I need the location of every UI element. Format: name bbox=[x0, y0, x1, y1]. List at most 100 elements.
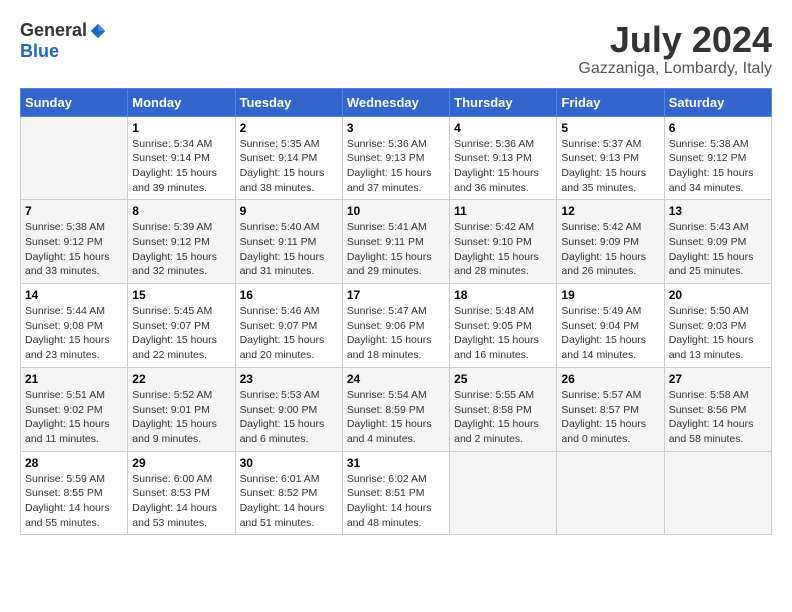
calendar-cell: 30 Sunrise: 6:01 AM Sunset: 8:52 PM Dayli… bbox=[235, 451, 342, 535]
calendar-cell: 3 Sunrise: 5:36 AM Sunset: 9:13 PM Daylig… bbox=[342, 116, 449, 200]
calendar-cell: 12Sunrise: 5:42 AM Sunset: 9:09 PM Dayli… bbox=[557, 200, 664, 284]
cell-info: Sunrise: 5:34 AM Sunset: 9:14 PM Dayligh… bbox=[132, 137, 230, 196]
calendar-cell: 15 Sunrise: 5:45 AM Sunset: 9:07 PM Dayli… bbox=[128, 284, 235, 368]
header-row: SundayMondayTuesdayWednesdayThursdayFrid… bbox=[21, 88, 772, 116]
day-number: 31 bbox=[347, 456, 445, 470]
day-number: 13 bbox=[669, 204, 767, 218]
calendar-cell: 25 Sunrise: 5:55 AM Sunset: 8:58 PM Dayli… bbox=[450, 367, 557, 451]
calendar-table: SundayMondayTuesdayWednesdayThursdayFrid… bbox=[20, 88, 772, 536]
logo-general-text: General bbox=[20, 20, 87, 41]
column-header-tuesday: Tuesday bbox=[235, 88, 342, 116]
column-header-friday: Friday bbox=[557, 88, 664, 116]
calendar-cell: 10 Sunrise: 5:41 AM Sunset: 9:11 PM Dayli… bbox=[342, 200, 449, 284]
calendar-cell: 5 Sunrise: 5:37 AM Sunset: 9:13 PM Daylig… bbox=[557, 116, 664, 200]
day-number: 29 bbox=[132, 456, 230, 470]
calendar-cell: 2 Sunrise: 5:35 AM Sunset: 9:14 PM Daylig… bbox=[235, 116, 342, 200]
week-row-2: 7 Sunrise: 5:38 AM Sunset: 9:12 PM Daylig… bbox=[21, 200, 772, 284]
calendar-cell: 27 Sunrise: 5:58 AM Sunset: 8:56 PM Dayli… bbox=[664, 367, 771, 451]
cell-info: Sunrise: 5:48 AM Sunset: 9:05 PM Dayligh… bbox=[454, 304, 552, 363]
day-number: 10 bbox=[347, 204, 445, 218]
calendar-cell: 26 Sunrise: 5:57 AM Sunset: 8:57 PM Dayli… bbox=[557, 367, 664, 451]
cell-info: Sunrise: 5:38 AM Sunset: 9:12 PM Dayligh… bbox=[25, 220, 123, 279]
calendar-cell: 23 Sunrise: 5:53 AM Sunset: 9:00 PM Dayli… bbox=[235, 367, 342, 451]
cell-info: Sunrise: 6:00 AM Sunset: 8:53 PM Dayligh… bbox=[132, 472, 230, 531]
day-number: 30 bbox=[240, 456, 338, 470]
calendar-cell: 31 Sunrise: 6:02 AM Sunset: 8:51 PM Dayli… bbox=[342, 451, 449, 535]
day-number: 17 bbox=[347, 288, 445, 302]
title-section: July 2024 Gazzaniga, Lombardy, Italy bbox=[578, 20, 772, 78]
day-number: 9 bbox=[240, 204, 338, 218]
day-number: 7 bbox=[25, 204, 123, 218]
day-number: 1 bbox=[132, 121, 230, 135]
day-number: 15 bbox=[132, 288, 230, 302]
cell-info: Sunrise: 5:51 AM Sunset: 9:02 PM Dayligh… bbox=[25, 388, 123, 447]
day-number: 5 bbox=[561, 121, 659, 135]
calendar-cell: 7 Sunrise: 5:38 AM Sunset: 9:12 PM Daylig… bbox=[21, 200, 128, 284]
calendar-cell: 28 Sunrise: 5:59 AM Sunset: 8:55 PM Dayli… bbox=[21, 451, 128, 535]
cell-info: Sunrise: 5:42 AM Sunset: 9:10 PM Dayligh… bbox=[454, 220, 552, 279]
page-header: General Blue July 2024 Gazzaniga, Lombar… bbox=[20, 20, 772, 78]
cell-info: Sunrise: 5:45 AM Sunset: 9:07 PM Dayligh… bbox=[132, 304, 230, 363]
day-number: 14 bbox=[25, 288, 123, 302]
day-number: 20 bbox=[669, 288, 767, 302]
cell-info: Sunrise: 5:39 AM Sunset: 9:12 PM Dayligh… bbox=[132, 220, 230, 279]
calendar-cell: 19 Sunrise: 5:49 AM Sunset: 9:04 PM Dayli… bbox=[557, 284, 664, 368]
calendar-cell: 24 Sunrise: 5:54 AM Sunset: 8:59 PM Dayli… bbox=[342, 367, 449, 451]
day-number: 27 bbox=[669, 372, 767, 386]
week-row-5: 28 Sunrise: 5:59 AM Sunset: 8:55 PM Dayli… bbox=[21, 451, 772, 535]
cell-info: Sunrise: 5:55 AM Sunset: 8:58 PM Dayligh… bbox=[454, 388, 552, 447]
cell-info: Sunrise: 5:47 AM Sunset: 9:06 PM Dayligh… bbox=[347, 304, 445, 363]
day-number: 18 bbox=[454, 288, 552, 302]
day-number: 21 bbox=[25, 372, 123, 386]
calendar-cell: 18 Sunrise: 5:48 AM Sunset: 9:05 PM Dayli… bbox=[450, 284, 557, 368]
cell-info: Sunrise: 5:36 AM Sunset: 9:13 PM Dayligh… bbox=[347, 137, 445, 196]
day-number: 25 bbox=[454, 372, 552, 386]
day-number: 22 bbox=[132, 372, 230, 386]
cell-info: Sunrise: 5:44 AM Sunset: 9:08 PM Dayligh… bbox=[25, 304, 123, 363]
cell-info: Sunrise: 5:37 AM Sunset: 9:13 PM Dayligh… bbox=[561, 137, 659, 196]
week-row-3: 14 Sunrise: 5:44 AM Sunset: 9:08 PM Dayli… bbox=[21, 284, 772, 368]
day-number: 19 bbox=[561, 288, 659, 302]
calendar-cell: 29 Sunrise: 6:00 AM Sunset: 8:53 PM Dayli… bbox=[128, 451, 235, 535]
calendar-cell bbox=[450, 451, 557, 535]
cell-info: Sunrise: 6:01 AM Sunset: 8:52 PM Dayligh… bbox=[240, 472, 338, 531]
day-number: 4 bbox=[454, 121, 552, 135]
cell-info: Sunrise: 5:35 AM Sunset: 9:14 PM Dayligh… bbox=[240, 137, 338, 196]
cell-info: Sunrise: 5:59 AM Sunset: 8:55 PM Dayligh… bbox=[25, 472, 123, 531]
cell-info: Sunrise: 5:43 AM Sunset: 9:09 PM Dayligh… bbox=[669, 220, 767, 279]
day-number: 12 bbox=[561, 204, 659, 218]
cell-info: Sunrise: 5:54 AM Sunset: 8:59 PM Dayligh… bbox=[347, 388, 445, 447]
calendar-cell bbox=[557, 451, 664, 535]
calendar-cell: 11Sunrise: 5:42 AM Sunset: 9:10 PM Dayli… bbox=[450, 200, 557, 284]
day-number: 2 bbox=[240, 121, 338, 135]
calendar-cell: 1 Sunrise: 5:34 AM Sunset: 9:14 PM Daylig… bbox=[128, 116, 235, 200]
logo: General Blue bbox=[20, 20, 107, 62]
cell-info: Sunrise: 6:02 AM Sunset: 8:51 PM Dayligh… bbox=[347, 472, 445, 531]
calendar-cell: 16Sunrise: 5:46 AM Sunset: 9:07 PM Dayli… bbox=[235, 284, 342, 368]
calendar-cell: 22 Sunrise: 5:52 AM Sunset: 9:01 PM Dayli… bbox=[128, 367, 235, 451]
location: Gazzaniga, Lombardy, Italy bbox=[578, 60, 772, 78]
calendar-cell: 14 Sunrise: 5:44 AM Sunset: 9:08 PM Dayli… bbox=[21, 284, 128, 368]
day-number: 23 bbox=[240, 372, 338, 386]
logo-icon bbox=[89, 22, 107, 40]
month-title: July 2024 bbox=[578, 20, 772, 60]
day-number: 24 bbox=[347, 372, 445, 386]
column-header-saturday: Saturday bbox=[664, 88, 771, 116]
column-header-sunday: Sunday bbox=[21, 88, 128, 116]
cell-info: Sunrise: 5:53 AM Sunset: 9:00 PM Dayligh… bbox=[240, 388, 338, 447]
calendar-cell: 21 Sunrise: 5:51 AM Sunset: 9:02 PM Dayli… bbox=[21, 367, 128, 451]
cell-info: Sunrise: 5:41 AM Sunset: 9:11 PM Dayligh… bbox=[347, 220, 445, 279]
calendar-cell: 20Sunrise: 5:50 AM Sunset: 9:03 PM Dayli… bbox=[664, 284, 771, 368]
cell-info: Sunrise: 5:49 AM Sunset: 9:04 PM Dayligh… bbox=[561, 304, 659, 363]
cell-info: Sunrise: 5:52 AM Sunset: 9:01 PM Dayligh… bbox=[132, 388, 230, 447]
cell-info: Sunrise: 5:58 AM Sunset: 8:56 PM Dayligh… bbox=[669, 388, 767, 447]
calendar-cell: 8Sunrise: 5:39 AM Sunset: 9:12 PM Daylig… bbox=[128, 200, 235, 284]
day-number: 26 bbox=[561, 372, 659, 386]
logo-blue-text: Blue bbox=[20, 41, 59, 62]
calendar-cell: 17 Sunrise: 5:47 AM Sunset: 9:06 PM Dayli… bbox=[342, 284, 449, 368]
day-number: 3 bbox=[347, 121, 445, 135]
week-row-1: 1 Sunrise: 5:34 AM Sunset: 9:14 PM Daylig… bbox=[21, 116, 772, 200]
day-number: 28 bbox=[25, 456, 123, 470]
cell-info: Sunrise: 5:57 AM Sunset: 8:57 PM Dayligh… bbox=[561, 388, 659, 447]
calendar-cell bbox=[21, 116, 128, 200]
